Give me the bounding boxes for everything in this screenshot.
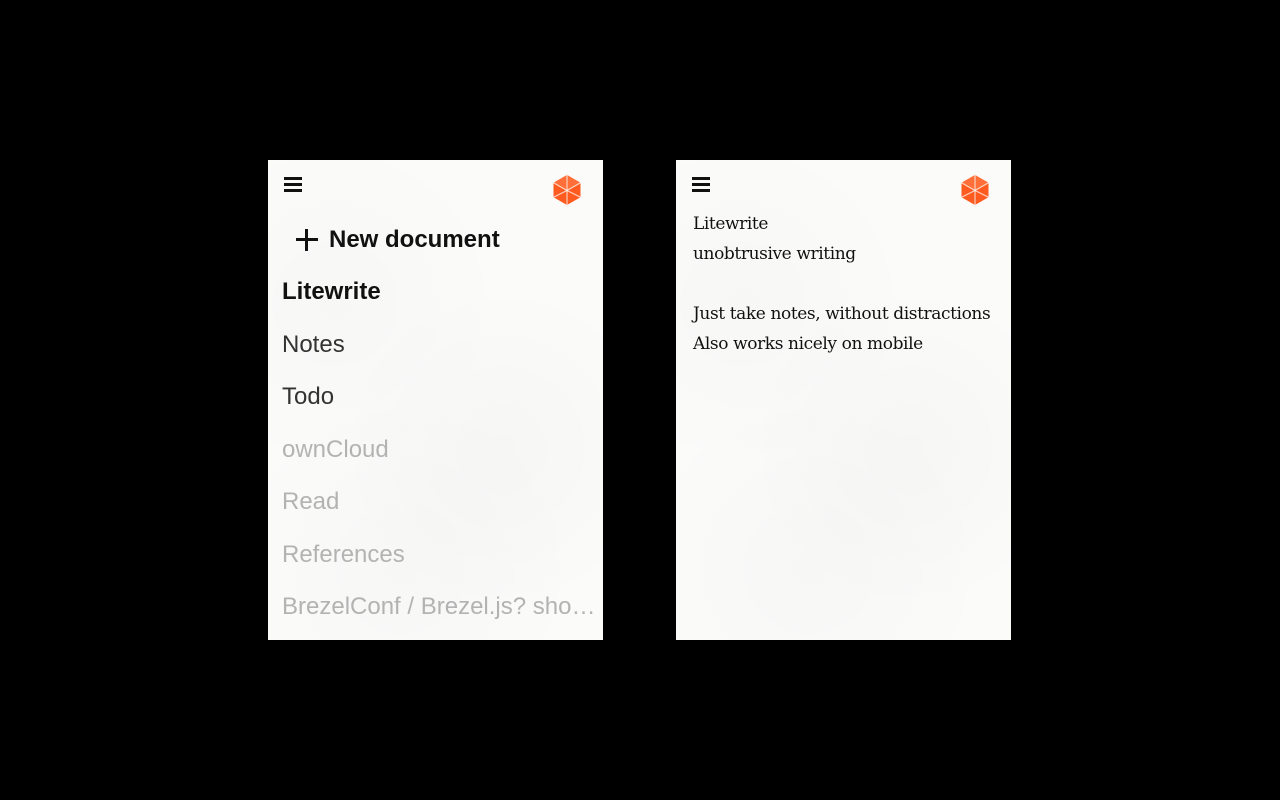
editor-line: unobtrusive writing: [693, 244, 856, 264]
editor-line: Litewrite: [693, 214, 769, 234]
phone-screen-editor: Litewrite unobtrusive writing Just take …: [676, 160, 1011, 640]
stage: New document Litewrite Notes Todo ownClo…: [0, 0, 1280, 800]
hamburger-menu-icon[interactable]: [692, 177, 710, 193]
editor-line: Just take notes, without distractions: [693, 304, 991, 324]
phone-screen-document-list: New document Litewrite Notes Todo ownClo…: [268, 160, 603, 640]
document-list-item[interactable]: ownCloud: [282, 432, 603, 485]
document-list-item[interactable]: Notes: [282, 327, 603, 380]
document-editor[interactable]: Litewrite unobtrusive writing Just take …: [693, 209, 1001, 359]
document-list-item[interactable]: References: [282, 537, 603, 590]
new-document-button[interactable]: New document: [296, 226, 500, 254]
editor-line: Also works nicely on mobile: [693, 334, 923, 354]
litewrite-cube-logo-icon: [961, 175, 989, 205]
litewrite-cube-logo-icon: [553, 175, 581, 205]
hamburger-menu-icon[interactable]: [284, 177, 302, 193]
document-list-item[interactable]: Litewrite: [282, 274, 603, 327]
document-list-item[interactable]: Todo: [282, 379, 603, 432]
plus-icon: [296, 229, 318, 251]
document-list-item[interactable]: Read: [282, 484, 603, 537]
document-list: Litewrite Notes Todo ownCloud Read Refer…: [282, 274, 603, 640]
new-document-label: New document: [329, 226, 500, 253]
document-list-item[interactable]: BrezelConf / Brezel.js? should: [282, 589, 603, 640]
